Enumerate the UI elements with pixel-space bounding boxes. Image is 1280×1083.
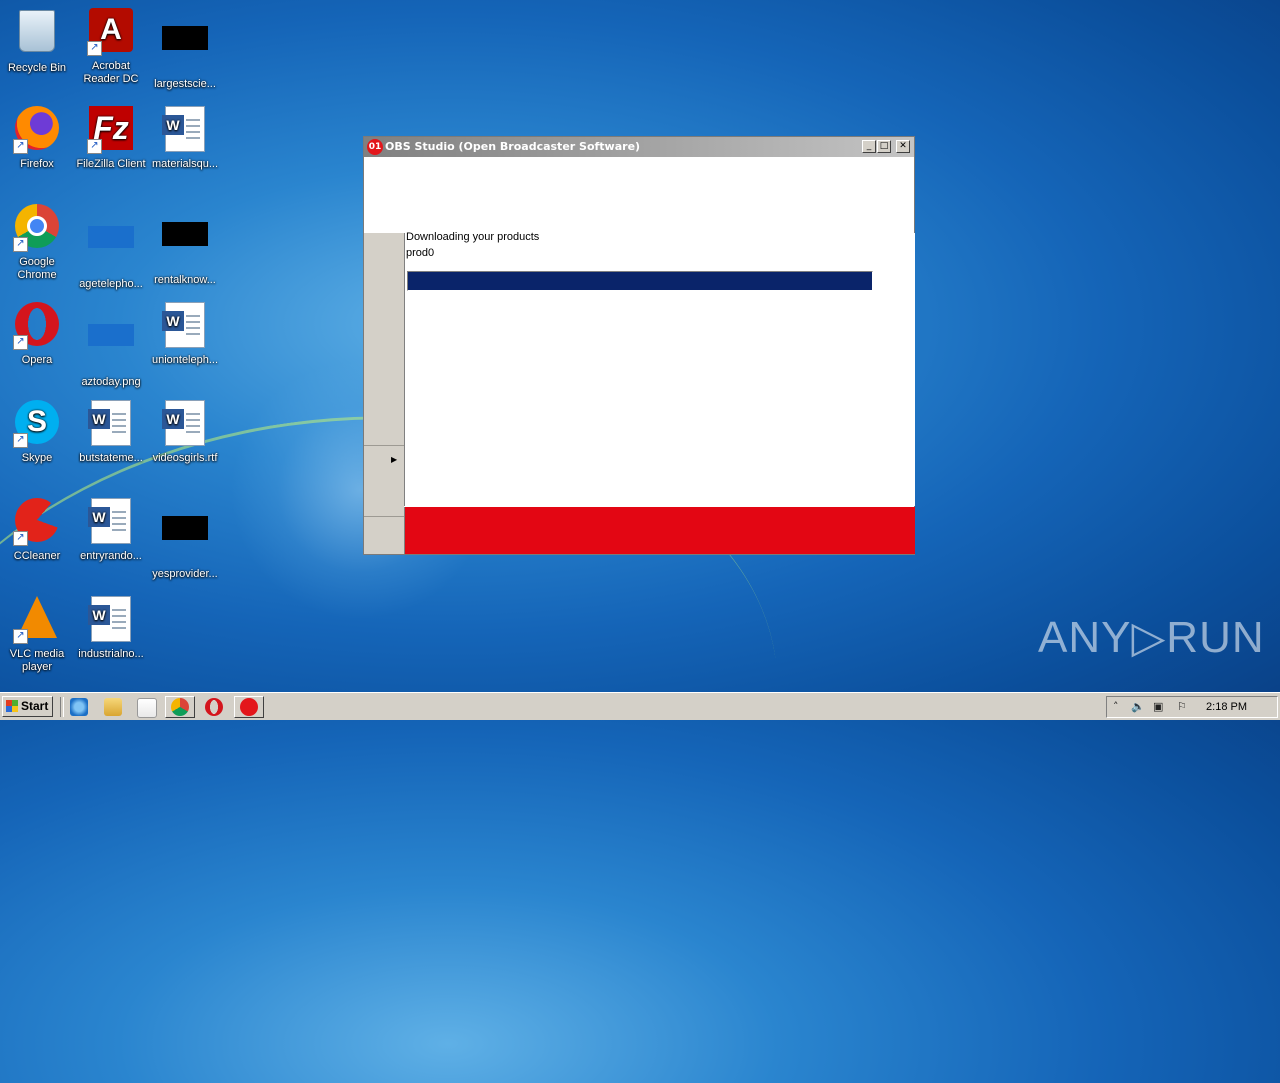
- redacted-file-icon: [162, 26, 208, 50]
- desktop-icon-unionteleph[interactable]: W unionteleph...: [148, 300, 222, 367]
- shortcut-arrow-icon: ↗: [13, 237, 28, 252]
- desktop-icon-ccleaner[interactable]: ↗ CCleaner: [0, 496, 74, 563]
- obs-app-icon: 01: [367, 139, 383, 155]
- desktop-icon-filezilla[interactable]: Fz ↗ FileZilla Client: [74, 104, 148, 171]
- obs-app-icon: [240, 698, 258, 716]
- tray-clock[interactable]: 2:18 PM: [1206, 701, 1247, 713]
- shortcut-arrow-icon: ↗: [87, 139, 102, 154]
- desktop-icon-yesprovider[interactable]: yesprovider...: [148, 496, 222, 581]
- desktop-icon-chrome[interactable]: ↗ Google Chrome: [0, 202, 74, 282]
- word-document-icon: W: [162, 302, 205, 348]
- word-document-icon: W: [162, 400, 205, 446]
- side-panel: ▶: [364, 233, 404, 554]
- window-titlebar[interactable]: 01 OBS Studio (Open Broadcaster Software…: [364, 137, 914, 157]
- opera-icon[interactable]: [205, 698, 223, 716]
- desktop-icon-butstateme[interactable]: W butstateme...: [74, 398, 148, 465]
- start-button[interactable]: Start: [2, 696, 53, 717]
- shortcut-arrow-icon: ↗: [13, 629, 28, 644]
- image-file-icon: [88, 324, 134, 346]
- progress-fill: [408, 272, 872, 290]
- desktop-icon-materialsqu[interactable]: W materialsqu...: [148, 104, 222, 171]
- recycle-bin-icon: [19, 10, 55, 52]
- desktop-icon-aztoday[interactable]: aztoday.png: [74, 300, 148, 389]
- side-divider: [364, 445, 404, 446]
- desktop-icon-industrialno[interactable]: W industrialno...: [74, 594, 148, 661]
- desktop-icon-vlc[interactable]: ↗ VLC media player: [0, 594, 74, 674]
- word-document-icon: W: [162, 106, 205, 152]
- shortcut-arrow-icon: ↗: [13, 335, 28, 350]
- word-document-icon: W: [88, 498, 131, 544]
- desktop-icon-firefox[interactable]: ↗ Firefox: [0, 104, 74, 171]
- shortcut-arrow-icon: ↗: [13, 139, 28, 154]
- shortcut-arrow-icon: ↗: [13, 433, 28, 448]
- taskbar: Start ˄ 🔈 ▣ ⚐ 2:18 PM: [0, 692, 1280, 720]
- chrome-icon: [171, 698, 189, 716]
- redacted-file-icon: [162, 516, 208, 540]
- desktop-icon-acrobat[interactable]: A ↗ Acrobat Reader DC: [74, 6, 148, 86]
- desktop-icon-agetelepho[interactable]: agetelepho...: [74, 202, 148, 291]
- network-icon[interactable]: ▣: [1153, 700, 1163, 713]
- taskbar-chrome-button[interactable]: [165, 696, 195, 718]
- desktop-icon-opera[interactable]: ↗ Opera: [0, 300, 74, 367]
- media-player-icon[interactable]: [137, 698, 157, 718]
- side-divider: [364, 516, 404, 517]
- minimize-button[interactable]: _: [862, 140, 876, 153]
- expand-arrow-icon[interactable]: ▶: [391, 455, 397, 464]
- file-explorer-icon[interactable]: [104, 698, 122, 716]
- close-button[interactable]: ✕: [896, 140, 910, 153]
- taskbar-obs-button[interactable]: [234, 696, 264, 718]
- shortcut-arrow-icon: ↗: [13, 531, 28, 546]
- desktop-icon-entryrando[interactable]: W entryrando...: [74, 496, 148, 563]
- internet-explorer-icon[interactable]: [70, 698, 88, 716]
- desktop-icon-rentalknow[interactable]: rentalknow...: [148, 202, 222, 287]
- footer-band: [404, 507, 915, 554]
- window-title: OBS Studio (Open Broadcaster Software): [385, 140, 641, 153]
- volume-icon[interactable]: 🔈: [1131, 700, 1145, 713]
- show-hidden-icons-icon[interactable]: ˄: [1113, 700, 1119, 713]
- download-status-text: Downloading your products: [406, 231, 540, 243]
- desktop-icon-videosgirls[interactable]: W videosgirls.rtf: [148, 398, 222, 465]
- current-item-text: prod0: [406, 247, 435, 259]
- taskbar-separator: [60, 697, 64, 717]
- content-area: Downloading your products prod0: [404, 231, 915, 506]
- word-document-icon: W: [88, 400, 131, 446]
- obs-installer-window: 01 OBS Studio (Open Broadcaster Software…: [363, 136, 915, 555]
- image-file-icon: [88, 226, 134, 248]
- download-progress-bar: [407, 271, 873, 291]
- anyrun-watermark: ANY▷RUN: [1038, 613, 1265, 662]
- word-document-icon: W: [88, 596, 131, 642]
- system-tray: ˄ 🔈 ▣ ⚐ 2:18 PM: [1106, 696, 1278, 718]
- desktop-icon-skype[interactable]: S ↗ Skype: [0, 398, 74, 465]
- desktop-icon-largestscie[interactable]: largestscie...: [148, 6, 222, 91]
- windows-logo-icon: [6, 700, 18, 712]
- action-center-flag-icon[interactable]: ⚐: [1177, 700, 1187, 713]
- desktop-icon-recycle-bin[interactable]: Recycle Bin: [0, 6, 74, 75]
- maximize-button[interactable]: □: [877, 140, 891, 153]
- redacted-file-icon: [162, 222, 208, 246]
- shortcut-arrow-icon: ↗: [87, 41, 102, 56]
